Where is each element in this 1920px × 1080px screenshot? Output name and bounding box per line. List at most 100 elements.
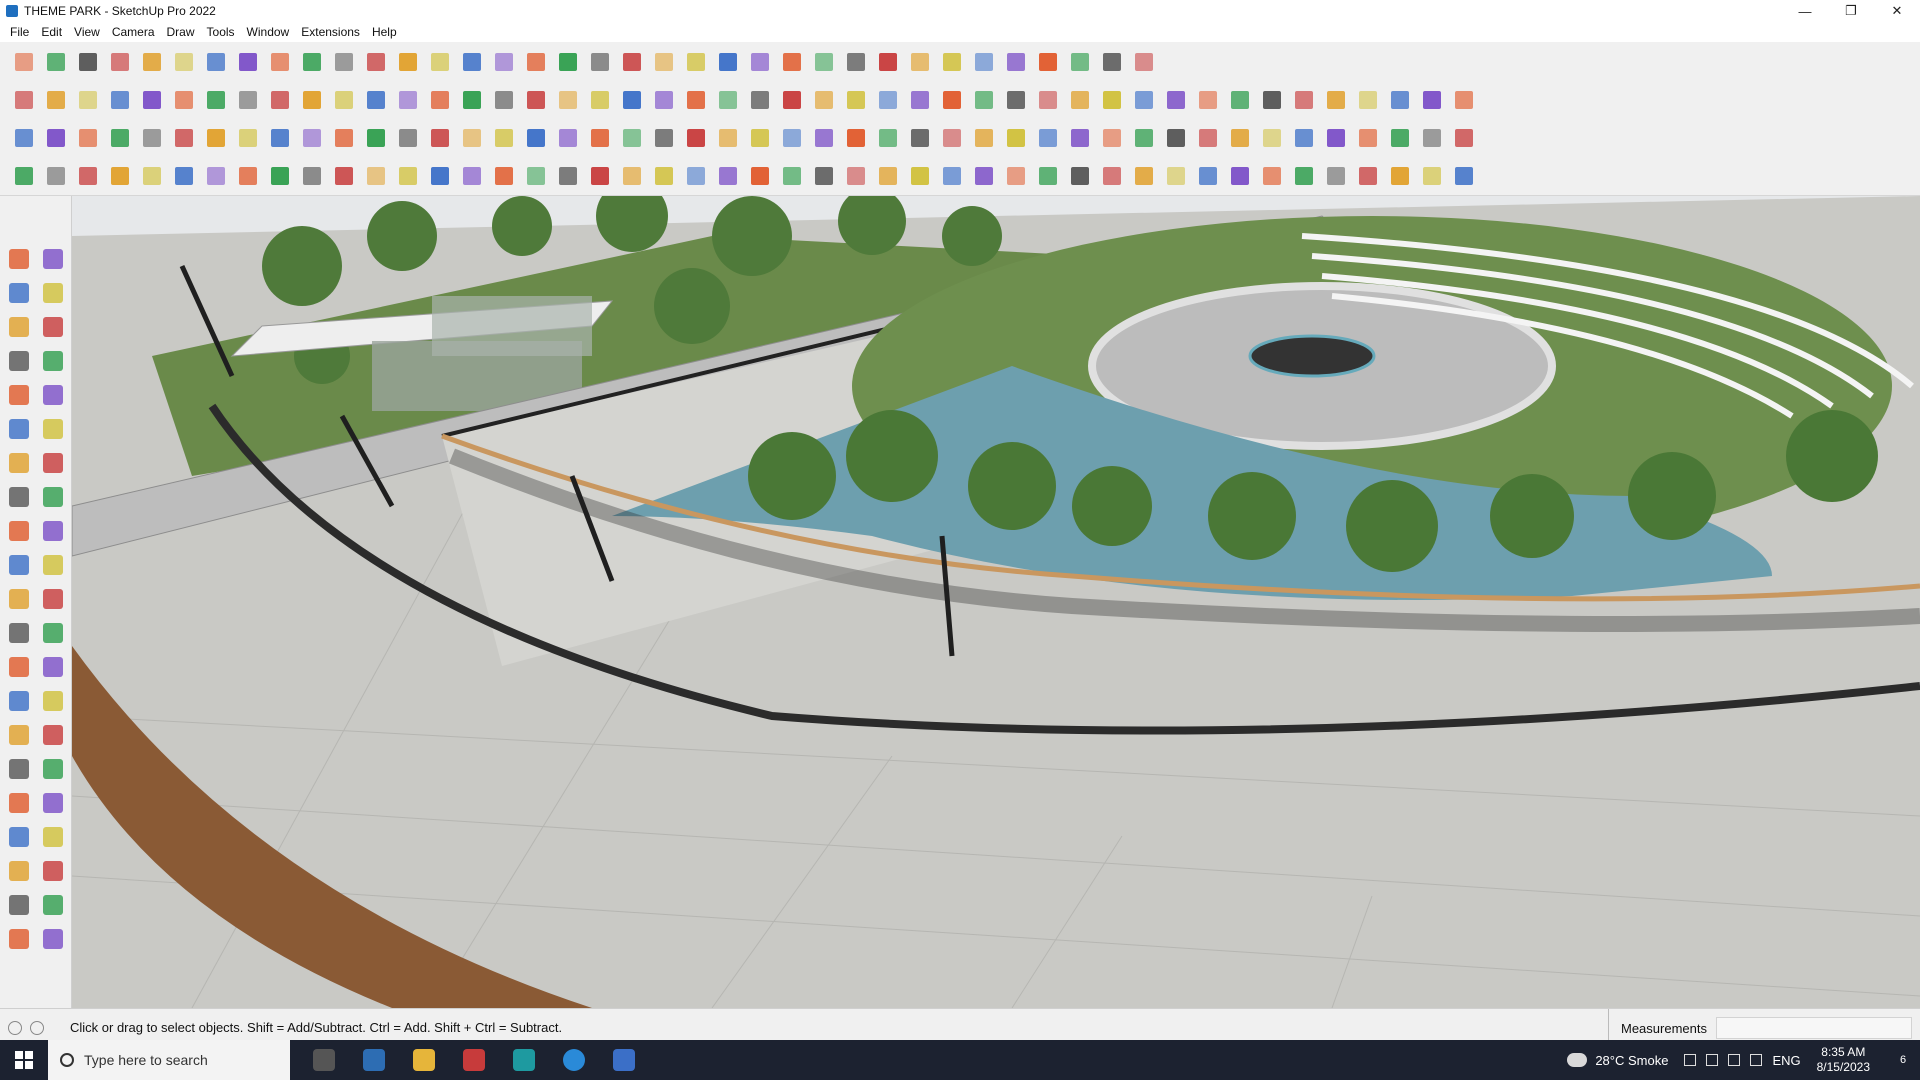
toolbar-tool-icon[interactable] [1098, 86, 1126, 114]
toolbar-tool-icon[interactable] [330, 48, 358, 76]
paint-bucket-icon[interactable] [4, 278, 34, 308]
pan-icon[interactable] [38, 720, 68, 750]
toolbar-tool-icon[interactable] [1066, 124, 1094, 152]
toolbar-tool-icon[interactable] [714, 86, 742, 114]
toolbar-tool-icon[interactable] [170, 48, 198, 76]
rotated-rectangle-icon[interactable] [38, 380, 68, 410]
toolbar-tool-icon[interactable] [650, 48, 678, 76]
toolbar-tool-icon[interactable] [362, 48, 390, 76]
toolbar-tool-icon[interactable] [1226, 86, 1254, 114]
toolbar-tool-icon[interactable] [234, 48, 262, 76]
menu-window[interactable]: Window [241, 22, 296, 42]
language-indicator[interactable]: ENG [1772, 1053, 1800, 1068]
toolbar-tool-icon[interactable] [1418, 124, 1446, 152]
toolbar-tool-icon[interactable] [202, 86, 230, 114]
toolbar-tool-icon[interactable] [778, 48, 806, 76]
toolbar-tool-icon[interactable] [1002, 162, 1030, 190]
toolbar-tool-icon[interactable] [842, 86, 870, 114]
toolbar-tool-icon[interactable] [490, 86, 518, 114]
toolbar-tool-icon[interactable] [458, 162, 486, 190]
toolbar-tool-icon[interactable] [106, 48, 134, 76]
toolbar-tool-icon[interactable] [554, 86, 582, 114]
toolbar-tool-icon[interactable] [1130, 162, 1158, 190]
dimension-icon[interactable] [38, 618, 68, 648]
toolbar-tool-icon[interactable] [106, 162, 134, 190]
toolbar-tool-icon[interactable] [1322, 162, 1350, 190]
toolbar-tool-icon[interactable] [586, 124, 614, 152]
toolbar-tool-icon[interactable] [138, 86, 166, 114]
toolbar-tool-icon[interactable] [650, 162, 678, 190]
toolbar-tool-icon[interactable] [746, 162, 774, 190]
toolbar-tool-icon[interactable] [10, 124, 38, 152]
component-icon[interactable] [4, 312, 34, 342]
toolbar-tool-icon[interactable] [106, 86, 134, 114]
push-pull-icon[interactable] [38, 516, 68, 546]
toolbar-tool-icon[interactable] [74, 86, 102, 114]
tape-icon[interactable] [4, 618, 34, 648]
file-explorer-app[interactable] [404, 1040, 444, 1080]
toolbar-tool-icon[interactable] [778, 86, 806, 114]
toolbar-tool-icon[interactable] [458, 48, 486, 76]
menu-edit[interactable]: Edit [35, 22, 68, 42]
toolbar-tool-icon[interactable] [170, 162, 198, 190]
toolbar-tool-icon[interactable] [1034, 48, 1062, 76]
layer-c-icon[interactable] [4, 924, 34, 954]
toolbar-tool-icon[interactable] [842, 48, 870, 76]
three-point-arc-icon[interactable] [4, 482, 34, 512]
position-camera-icon[interactable] [4, 822, 34, 852]
orbit2-icon[interactable] [4, 720, 34, 750]
toolbar-tool-icon[interactable] [1130, 48, 1158, 76]
section-plane-icon[interactable] [38, 856, 68, 886]
toolbar-tool-icon[interactable] [586, 86, 614, 114]
3dsmax-app[interactable] [504, 1040, 544, 1080]
toolbar-tool-icon[interactable] [1098, 48, 1126, 76]
toolbar-tool-icon[interactable] [1258, 162, 1286, 190]
toolbar-tool-icon[interactable] [362, 162, 390, 190]
toolbar-tool-icon[interactable] [1098, 162, 1126, 190]
toolbar-tool-icon[interactable] [10, 86, 38, 114]
toolbar-tool-icon[interactable] [234, 86, 262, 114]
toolbar-tool-icon[interactable] [682, 86, 710, 114]
toolbar-tool-icon[interactable] [394, 86, 422, 114]
toolbar-tool-icon[interactable] [586, 162, 614, 190]
toolbar-tool-icon[interactable] [1450, 86, 1478, 114]
toolbar-tool-icon[interactable] [458, 124, 486, 152]
toolbar-tool-icon[interactable] [394, 124, 422, 152]
toolbar-tool-icon[interactable] [1194, 162, 1222, 190]
toolbar-tool-icon[interactable] [970, 162, 998, 190]
toolbar-tool-icon[interactable] [682, 162, 710, 190]
toolbar-tool-icon[interactable] [74, 48, 102, 76]
toolbar-tool-icon[interactable] [970, 124, 998, 152]
toolbar-tool-icon[interactable] [426, 124, 454, 152]
toolbar-tool-icon[interactable] [554, 124, 582, 152]
toolbar-tool-icon[interactable] [74, 124, 102, 152]
toolbar-tool-icon[interactable] [394, 162, 422, 190]
toolbar-tool-icon[interactable] [1290, 162, 1318, 190]
rectangle-icon[interactable] [4, 380, 34, 410]
toolbar-tool-icon[interactable] [1162, 86, 1190, 114]
toolbar-tool-icon[interactable] [490, 48, 518, 76]
measurements-box[interactable] [1716, 1017, 1912, 1039]
toolbar-tool-icon[interactable] [874, 48, 902, 76]
layer-b-icon[interactable] [38, 890, 68, 920]
notification-button[interactable]: 6 [1886, 1040, 1920, 1080]
toolbar-tool-icon[interactable] [362, 86, 390, 114]
toolbar-tool-icon[interactable] [714, 48, 742, 76]
toolbar-tool-icon[interactable] [746, 86, 774, 114]
toolbar-tool-icon[interactable] [810, 48, 838, 76]
toolbar-tool-icon[interactable] [490, 162, 518, 190]
toolbar-tool-icon[interactable] [234, 162, 262, 190]
toolbar-tool-icon[interactable] [170, 124, 198, 152]
toolbar-tool-icon[interactable] [650, 86, 678, 114]
toolbar-tool-icon[interactable] [170, 86, 198, 114]
menu-draw[interactable]: Draw [161, 22, 201, 42]
toolbar-tool-icon[interactable] [1322, 86, 1350, 114]
wifi-icon[interactable] [1728, 1054, 1741, 1066]
axes-icon[interactable] [4, 686, 34, 716]
tape-measure-icon[interactable] [38, 312, 68, 342]
toolbar-tool-icon[interactable] [554, 48, 582, 76]
toolbar-tool-icon[interactable] [1034, 162, 1062, 190]
menu-file[interactable]: File [4, 22, 35, 42]
toolbar-tool-icon[interactable] [330, 124, 358, 152]
toolbar-tool-icon[interactable] [906, 86, 934, 114]
